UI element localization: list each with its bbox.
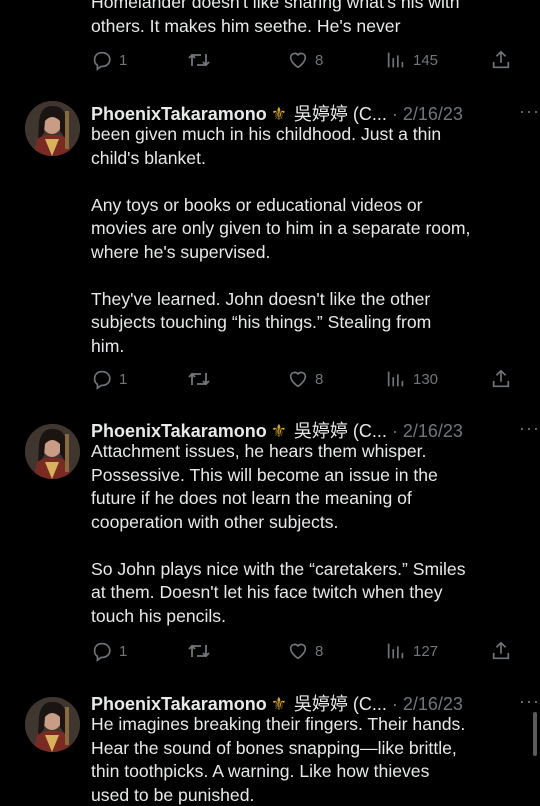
fleur-de-lis-icon: ⚜ xyxy=(270,104,287,124)
share-button[interactable] xyxy=(490,366,512,392)
reply-button[interactable]: 1 xyxy=(91,366,127,392)
reply-button[interactable]: 1 xyxy=(91,47,127,73)
tweet[interactable]: PhoenixTakaramono ⚜ 吳婷婷 (C... · 2/16/23 ·… xyxy=(0,101,540,401)
views-button[interactable]: 127 xyxy=(385,638,438,664)
share-button[interactable] xyxy=(490,638,512,664)
retweet-icon xyxy=(187,640,211,662)
author-name[interactable]: PhoenixTakaramono xyxy=(91,421,267,441)
like-icon xyxy=(287,49,309,71)
reply-count: 1 xyxy=(119,370,128,388)
share-icon xyxy=(490,49,512,71)
retweet-button[interactable] xyxy=(187,47,211,73)
share-icon xyxy=(490,640,512,662)
avatar[interactable] xyxy=(25,101,80,156)
retweet-button[interactable] xyxy=(187,366,211,392)
share-button[interactable] xyxy=(490,47,512,73)
like-count: 8 xyxy=(315,642,324,660)
tweet-partial[interactable]: Homelander doesn't like sharing what's h… xyxy=(0,0,540,90)
tweet-actions: 1 8 127 xyxy=(91,638,516,664)
reply-button[interactable]: 1 xyxy=(91,638,127,664)
tweet-date[interactable]: · 2/16/23 xyxy=(392,104,463,124)
avatar[interactable] xyxy=(25,424,80,479)
like-count: 8 xyxy=(315,370,324,388)
tweet-date[interactable]: · 2/16/23 xyxy=(392,694,463,714)
more-icon[interactable]: ··· xyxy=(519,101,540,122)
fleur-de-lis-icon: ⚜ xyxy=(270,694,287,714)
author-suffix: 吳婷婷 (C... xyxy=(293,694,387,714)
views-count: 130 xyxy=(413,370,439,388)
more-icon[interactable]: ··· xyxy=(519,418,540,439)
retweet-icon xyxy=(187,368,211,390)
views-button[interactable]: 130 xyxy=(385,366,438,392)
tweet[interactable]: PhoenixTakaramono ⚜ 吳婷婷 (C... · 2/16/23 ·… xyxy=(0,418,540,678)
tweet-text: Attachment issues, he hears them whisper… xyxy=(91,441,466,626)
tweet-text: been given much in his childhood. Just a… xyxy=(91,124,471,356)
reply-count: 1 xyxy=(119,642,128,660)
like-button[interactable]: 8 xyxy=(287,47,323,73)
views-button[interactable]: 145 xyxy=(385,47,438,73)
retweet-icon xyxy=(187,49,211,71)
avatar[interactable] xyxy=(25,697,80,752)
author-suffix: 吳婷婷 (C... xyxy=(293,421,387,441)
reply-count: 1 xyxy=(119,51,128,69)
author-name[interactable]: PhoenixTakaramono xyxy=(91,694,267,714)
like-icon xyxy=(287,368,309,390)
tweet-text: Homelander doesn't like sharing what's h… xyxy=(91,0,460,36)
tweet-actions: 1 8 145 xyxy=(91,47,516,73)
more-icon[interactable]: ··· xyxy=(519,691,540,712)
fleur-de-lis-icon: ⚜ xyxy=(270,421,287,441)
like-button[interactable]: 8 xyxy=(287,638,323,664)
author-name[interactable]: PhoenixTakaramono xyxy=(91,104,267,124)
reply-icon xyxy=(91,368,113,390)
tweet-date[interactable]: · 2/16/23 xyxy=(392,421,463,441)
views-icon xyxy=(385,640,407,662)
views-icon xyxy=(385,368,407,390)
reply-icon xyxy=(91,640,113,662)
like-count: 8 xyxy=(315,51,324,69)
like-button[interactable]: 8 xyxy=(287,366,323,392)
retweet-button[interactable] xyxy=(187,638,211,664)
tweet-actions: 1 8 130 xyxy=(91,366,516,392)
like-icon xyxy=(287,640,309,662)
scrollbar[interactable] xyxy=(533,712,537,756)
tweet[interactable]: PhoenixTakaramono ⚜ 吳婷婷 (C... · 2/16/23 ·… xyxy=(0,691,540,806)
share-icon xyxy=(490,368,512,390)
author-suffix: 吳婷婷 (C... xyxy=(293,104,387,124)
views-icon xyxy=(385,49,407,71)
views-count: 145 xyxy=(413,51,439,69)
reply-icon xyxy=(91,49,113,71)
tweet-text: He imagines breaking their fingers. Thei… xyxy=(91,714,466,805)
views-count: 127 xyxy=(413,642,439,660)
